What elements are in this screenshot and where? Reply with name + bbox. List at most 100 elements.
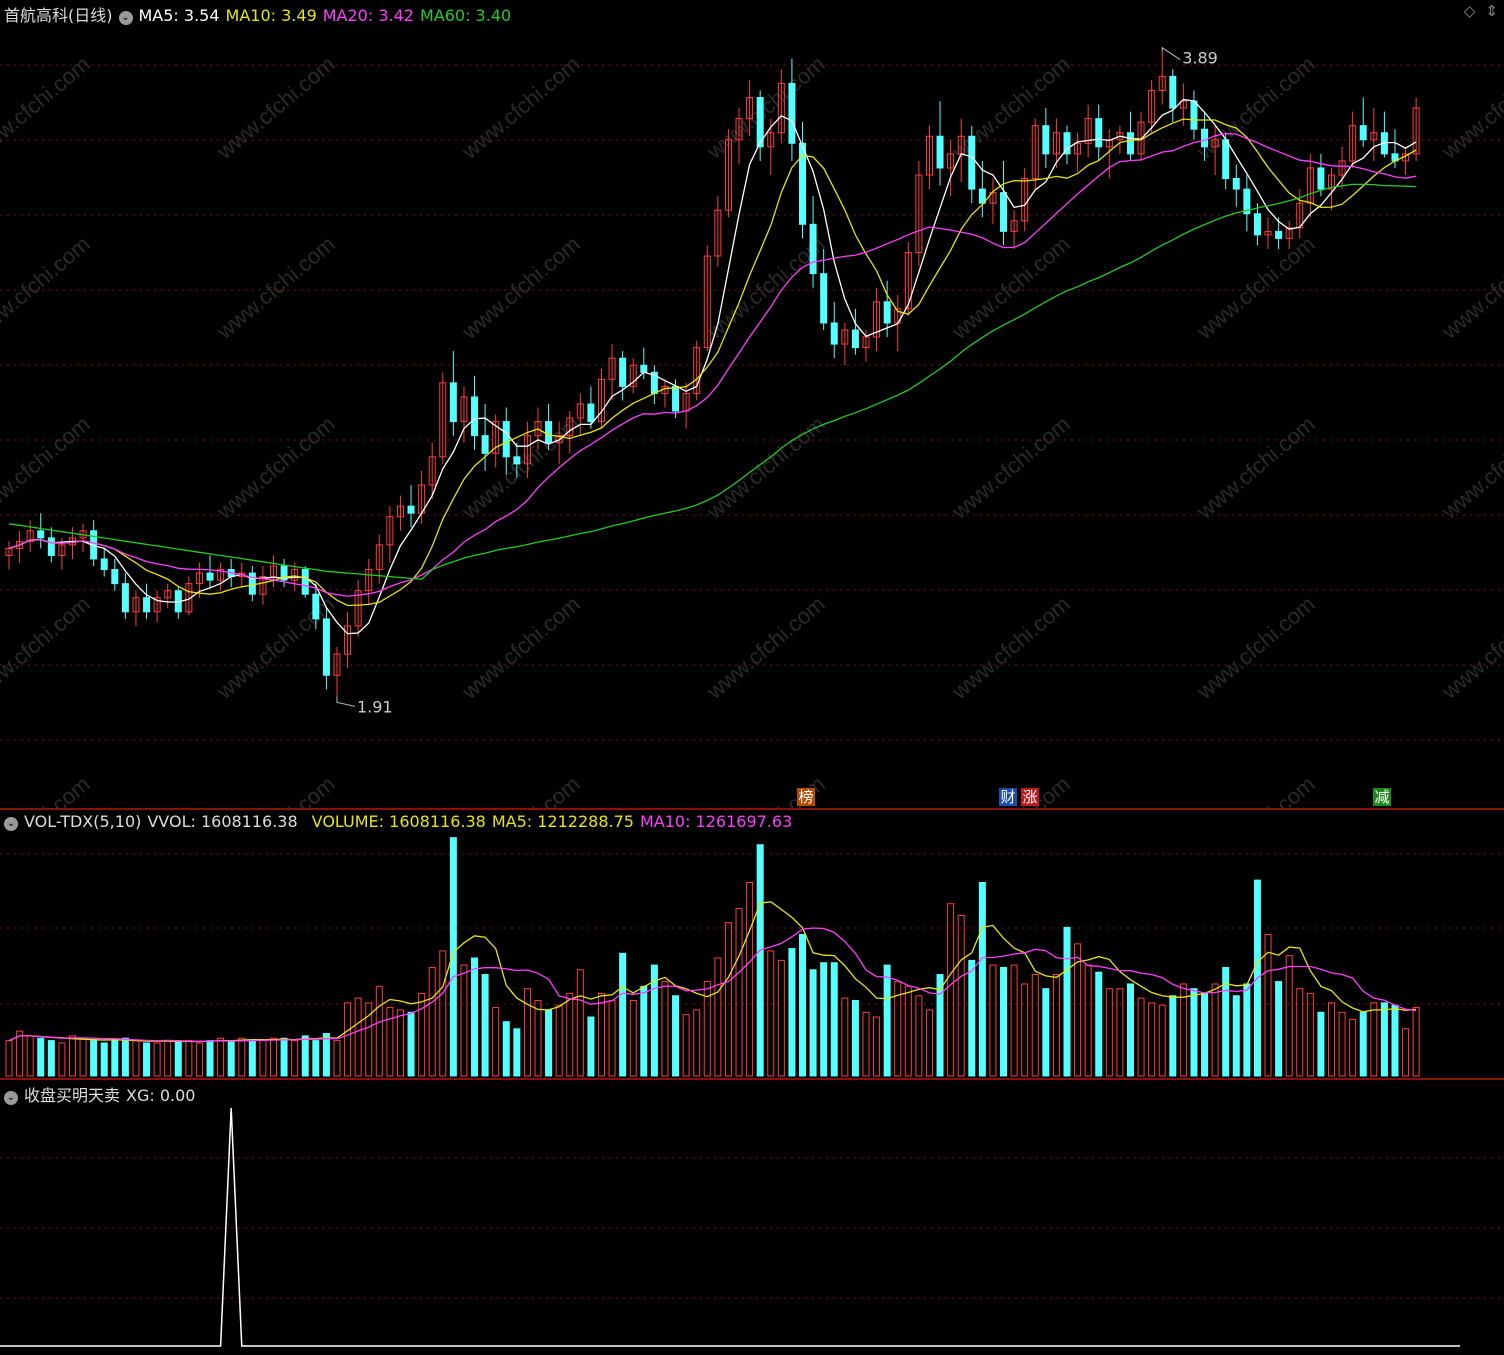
xg-settings-icon[interactable]: ⌄ bbox=[4, 1091, 18, 1105]
volume-bar bbox=[132, 1040, 140, 1077]
expand-icon[interactable]: ⇕ bbox=[1485, 2, 1498, 20]
candle-down bbox=[1232, 178, 1240, 190]
candle-down bbox=[788, 82, 796, 144]
ma60-legend: MA60: 3.40 bbox=[419, 6, 512, 25]
volume-bar bbox=[280, 1037, 288, 1077]
watermark-text: www.cfchi.com bbox=[211, 591, 339, 704]
candle-down bbox=[545, 421, 553, 444]
watermark-text: www.cfchi.com bbox=[1191, 411, 1319, 524]
badge-jian[interactable]: 减 bbox=[1373, 788, 1391, 806]
candle-down bbox=[47, 537, 55, 556]
xg-header: ⌄ 收盘买明天卖 XG: 0.00 bbox=[4, 1082, 201, 1106]
candle-down bbox=[1253, 213, 1261, 236]
volume-bar bbox=[68, 1035, 76, 1077]
volume-bar bbox=[270, 1037, 277, 1077]
volume-bar bbox=[1116, 988, 1124, 1077]
candle-down bbox=[1275, 230, 1283, 239]
volume-bar bbox=[1190, 988, 1198, 1077]
volume-bar bbox=[354, 997, 362, 1077]
candle-down bbox=[37, 530, 45, 539]
volume-bar bbox=[1285, 955, 1293, 1077]
volume-bar bbox=[947, 903, 955, 1077]
candle-down bbox=[1126, 132, 1134, 155]
candle-down bbox=[312, 593, 320, 620]
candle-down bbox=[1359, 125, 1367, 141]
volume-bar bbox=[883, 964, 891, 1077]
volume-settings-icon[interactable]: ⌄ bbox=[4, 817, 18, 831]
badge-zhang[interactable]: 涨 bbox=[1021, 788, 1039, 806]
candle-down bbox=[1201, 128, 1209, 148]
watermark-text: www.cfchi.com bbox=[701, 591, 829, 704]
volume-bar bbox=[1232, 995, 1240, 1077]
watermark-text: www.cfchi.com bbox=[1191, 51, 1319, 164]
volume-bar bbox=[767, 950, 775, 1077]
volume-bar bbox=[1000, 966, 1008, 1077]
badge-bang[interactable]: 榜 bbox=[797, 788, 815, 806]
volume-bar bbox=[978, 881, 986, 1077]
volume-panel[interactable]: ⌄ VOL-TDX(5,10) VVOL: 1608116.38 VOLUME: 16… bbox=[0, 808, 1504, 1078]
volume-bar bbox=[439, 950, 447, 1077]
volume-bar bbox=[1010, 964, 1018, 1077]
watermark-text: www.cfchi.com bbox=[1436, 591, 1504, 704]
badge-cai[interactable]: 财 bbox=[999, 788, 1017, 806]
volume-bar bbox=[58, 1042, 66, 1077]
volume-bar bbox=[1370, 1002, 1378, 1077]
vvol-value: VVOL: 1608116.38 bbox=[147, 812, 298, 831]
volume-bar bbox=[566, 992, 574, 1077]
watermark-text: www.cfchi.com bbox=[211, 231, 339, 344]
volume-bar bbox=[523, 988, 531, 1077]
diamond-icon[interactable]: ◇ bbox=[1464, 2, 1476, 20]
watermark-text: www.cfchi.com bbox=[211, 411, 339, 524]
candle-down bbox=[502, 421, 510, 458]
watermark-text: www.cfchi.com bbox=[946, 231, 1074, 344]
candle-down bbox=[471, 396, 479, 437]
candle-down bbox=[1042, 125, 1050, 155]
volume-bar bbox=[1243, 983, 1251, 1077]
candle-down bbox=[672, 385, 680, 412]
candle-down bbox=[121, 583, 129, 613]
volume-bar bbox=[545, 1009, 553, 1077]
watermark-text: www.cfchi.com bbox=[1436, 771, 1504, 808]
candle-down bbox=[587, 403, 595, 423]
volume-bar bbox=[1296, 988, 1304, 1077]
volume-bar bbox=[217, 1037, 225, 1077]
volume-bar bbox=[841, 997, 849, 1077]
watermark-text: www.cfchi.com bbox=[1191, 231, 1319, 344]
candle-down bbox=[883, 301, 891, 324]
volume-bar bbox=[195, 1042, 203, 1077]
volume-bar bbox=[672, 995, 680, 1077]
watermark-text: www.cfchi.com bbox=[211, 771, 339, 808]
settings-circle-icon[interactable]: ⌄ bbox=[118, 11, 133, 25]
volume-bar bbox=[111, 1040, 119, 1077]
volume-bar bbox=[1211, 983, 1219, 1077]
volume-bar bbox=[502, 1021, 510, 1077]
volume-bar bbox=[735, 907, 743, 1077]
volume-bar bbox=[1158, 1004, 1166, 1077]
volume-bar bbox=[1169, 995, 1177, 1077]
candle-down bbox=[301, 569, 309, 595]
volume-bar bbox=[989, 964, 997, 1077]
candle-down bbox=[1317, 167, 1325, 190]
vol-indicator-name: VOL-TDX(5,10) bbox=[24, 812, 142, 831]
volume-bar bbox=[47, 1040, 55, 1077]
volume-bar bbox=[100, 1042, 108, 1077]
volume-bar bbox=[79, 1037, 87, 1077]
volume-bar bbox=[1021, 983, 1029, 1077]
xg-indicator-panel[interactable]: ⌄ 收盘买明天卖 XG: 0.00 bbox=[0, 1078, 1504, 1355]
ma10-line bbox=[8, 118, 1417, 607]
volume-bar bbox=[344, 1002, 352, 1077]
price-chart-panel[interactable]: 首航高科(日线) ⌄ MA5: 3.54 MA10: 3.49 MA20: 3.42 MA… bbox=[0, 0, 1504, 808]
volume-bar bbox=[312, 1040, 320, 1077]
volume-bar bbox=[1391, 1004, 1399, 1077]
volume-bar bbox=[1317, 1011, 1325, 1077]
candle-down bbox=[619, 357, 627, 387]
watermark-text: www.cfchi.com bbox=[0, 231, 95, 344]
volume-bar bbox=[597, 992, 605, 1077]
candle-down bbox=[820, 273, 828, 324]
watermark-text: www.cfchi.com bbox=[1191, 591, 1319, 704]
volume-bar bbox=[1306, 992, 1314, 1077]
volume-bar bbox=[407, 1011, 415, 1077]
volume-bar bbox=[5, 1040, 13, 1077]
low-price-label: 1.91 bbox=[357, 697, 393, 716]
volume-bar bbox=[1126, 983, 1134, 1077]
